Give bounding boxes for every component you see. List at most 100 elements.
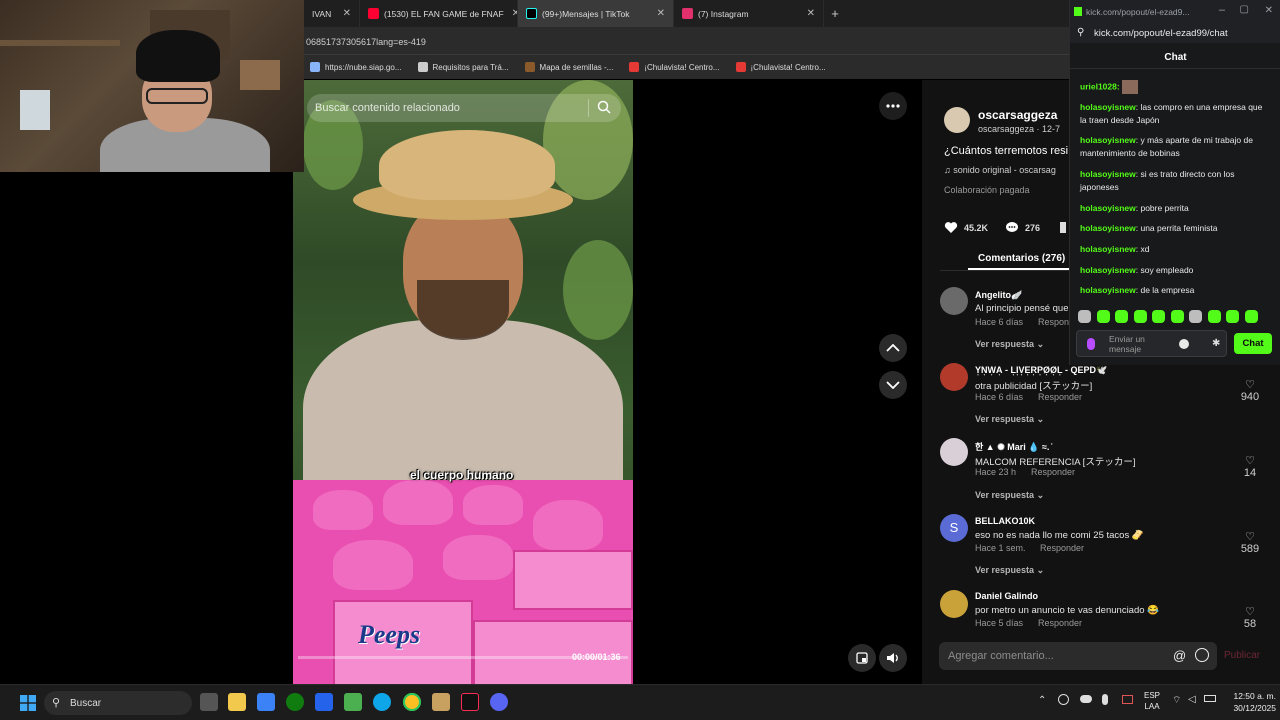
post-sound[interactable]: ♫ sonido original - oscarsag bbox=[944, 165, 1068, 175]
bookmark-item[interactable]: ¡Chulavista! Centro... bbox=[735, 62, 826, 72]
next-video-button[interactable] bbox=[879, 371, 907, 399]
chat-placeholder: Enviar un mensaje bbox=[1109, 334, 1145, 354]
address-bar[interactable]: 06851737305617lang=es-419 bbox=[304, 27, 1070, 54]
taskbar-search[interactable]: ⚲ Buscar bbox=[44, 691, 192, 715]
capture-icon[interactable] bbox=[1122, 695, 1133, 704]
chat-message-input[interactable]: Enviar un mensaje bbox=[1076, 330, 1227, 357]
close-icon[interactable]: ✕ bbox=[799, 8, 815, 19]
chat-username[interactable]: holasoyisnew bbox=[1080, 169, 1136, 179]
chat-message: holasoyisnew: una perrita feminista bbox=[1080, 222, 1270, 235]
tab-instagram[interactable]: (7) Instagram ✕ bbox=[674, 0, 824, 27]
xbox-icon[interactable] bbox=[286, 693, 304, 711]
comment-button[interactable]: 276 bbox=[1005, 221, 1040, 234]
mention-icon[interactable]: @ bbox=[1173, 648, 1186, 663]
emote-button[interactable] bbox=[1097, 310, 1110, 323]
battery-icon[interactable] bbox=[1204, 695, 1216, 702]
chat-username[interactable]: holasoyisnew bbox=[1080, 244, 1136, 254]
file-explorer-icon[interactable] bbox=[228, 693, 246, 711]
microphone-icon[interactable] bbox=[1087, 338, 1095, 350]
peep bbox=[383, 480, 453, 525]
tab-tiktok[interactable]: (99+)Mensajes | TikTok ✕ bbox=[518, 0, 674, 27]
previous-video-button[interactable] bbox=[879, 334, 907, 362]
tab-label: (99+)Mensajes | TikTok bbox=[542, 8, 630, 19]
chat-username[interactable]: holasoyisnew bbox=[1080, 203, 1136, 213]
maximize-icon[interactable]: ▢ bbox=[1240, 4, 1249, 15]
author-username[interactable]: oscarsaggeza bbox=[978, 108, 1057, 122]
tab-youtube[interactable]: (1530) EL FAN GAME de FNAF ✕ bbox=[360, 0, 518, 27]
emoji-icon[interactable] bbox=[1195, 648, 1209, 662]
chat-message: holasoyisnew: xd bbox=[1080, 243, 1270, 256]
bookmark-item[interactable]: https://nube.siap.go... bbox=[310, 62, 402, 72]
emote-button[interactable] bbox=[1226, 310, 1239, 323]
minecraft-icon[interactable] bbox=[344, 693, 362, 711]
emote-button[interactable] bbox=[1208, 310, 1221, 323]
emote-button[interactable] bbox=[1152, 310, 1165, 323]
popout-window-title: kick.com/popout/el-ezad9... bbox=[1086, 6, 1190, 17]
send-chat-button[interactable]: Chat bbox=[1234, 333, 1272, 354]
language-indicator[interactable]: ESP LAA bbox=[1144, 690, 1160, 712]
new-tab-button[interactable]: + bbox=[824, 0, 846, 27]
chat-text: : soy empleado bbox=[1135, 265, 1194, 275]
cloud-icon[interactable] bbox=[1080, 695, 1092, 703]
wifi-icon[interactable]: ⌔ bbox=[1172, 694, 1181, 707]
emote-button[interactable] bbox=[1134, 310, 1147, 323]
search-icon[interactable] bbox=[597, 100, 611, 117]
microphone-icon[interactable] bbox=[1102, 694, 1108, 705]
clock[interactable]: 12:50 a. m. 30/12/2025 bbox=[1222, 690, 1276, 714]
avatar[interactable] bbox=[944, 107, 970, 133]
chat-username[interactable]: holasoyisnew bbox=[1080, 265, 1136, 275]
store-icon[interactable] bbox=[257, 693, 275, 711]
bookmark-icon[interactable] bbox=[1060, 222, 1066, 233]
chat-username[interactable]: uriel1028: bbox=[1080, 81, 1120, 91]
emoji-icon[interactable] bbox=[1179, 339, 1189, 349]
sync-icon[interactable] bbox=[1058, 694, 1069, 705]
floating-player-button[interactable] bbox=[848, 644, 876, 672]
site-settings-icon[interactable]: ⚲ bbox=[1077, 27, 1084, 38]
volume-icon[interactable]: ◁ bbox=[1188, 694, 1196, 705]
chat-text: : de la empresa bbox=[1135, 285, 1195, 295]
close-icon[interactable]: ✕ bbox=[504, 8, 517, 19]
gear-icon[interactable]: ✱ bbox=[1212, 338, 1220, 349]
close-icon[interactable]: ✕ bbox=[1265, 5, 1273, 16]
publish-button[interactable]: Publicar bbox=[1224, 650, 1260, 661]
chat-username[interactable]: holasoyisnew bbox=[1080, 135, 1136, 145]
kick-chat-popout: kick.com/popout/el-ezad9... – ▢ ✕ ⚲ kick… bbox=[1069, 0, 1280, 365]
related-search-input[interactable]: Buscar contenido relacionado bbox=[307, 94, 621, 122]
tab-ivan[interactable]: IVAN ✕ bbox=[304, 0, 360, 27]
tiktok-icon[interactable] bbox=[461, 693, 479, 711]
discord-icon[interactable] bbox=[490, 693, 508, 711]
chevron-up-icon[interactable]: ⌃ bbox=[1038, 695, 1046, 706]
like-button[interactable]: 45.2K bbox=[944, 221, 988, 234]
bookmark-item[interactable]: Requisitos para Trá... bbox=[417, 62, 509, 72]
chat-username[interactable]: holasoyisnew bbox=[1080, 102, 1136, 112]
more-options-button[interactable] bbox=[879, 92, 907, 120]
task-view-icon[interactable] bbox=[200, 693, 218, 711]
popout-url-bar[interactable]: ⚲ kick.com/popout/el-ezad99/chat bbox=[1070, 23, 1280, 43]
volume-button[interactable] bbox=[879, 644, 907, 672]
like-count: 45.2K bbox=[964, 222, 989, 233]
comment-count: 276 bbox=[1025, 222, 1041, 233]
video-player[interactable]: Peeps bbox=[293, 80, 633, 684]
chat-username[interactable]: holasoyisnew bbox=[1080, 285, 1136, 295]
tab-comments[interactable]: Comentarios (276) bbox=[978, 253, 1065, 264]
windows-start-icon[interactable] bbox=[20, 695, 36, 711]
close-icon[interactable]: ✕ bbox=[335, 8, 351, 19]
app-icon[interactable] bbox=[432, 693, 450, 711]
chevron-up-icon bbox=[886, 344, 900, 352]
emote-button[interactable] bbox=[1171, 310, 1184, 323]
close-icon[interactable]: ✕ bbox=[649, 8, 665, 19]
bookmark-item[interactable]: ¡Chulavista! Centro... bbox=[629, 62, 720, 72]
emote-button[interactable] bbox=[1078, 310, 1091, 323]
minimize-icon[interactable]: – bbox=[1219, 4, 1225, 16]
emote-button[interactable] bbox=[1189, 310, 1202, 323]
emote-button[interactable] bbox=[1245, 310, 1258, 323]
language-code: ESP bbox=[1144, 691, 1161, 700]
chat-username[interactable]: holasoyisnew bbox=[1080, 223, 1136, 233]
emote-button[interactable] bbox=[1115, 310, 1128, 323]
music-note-icon: ♫ bbox=[944, 165, 954, 175]
chrome-icon[interactable] bbox=[403, 693, 421, 711]
bookmark-item[interactable]: Mapa de semillas -... bbox=[524, 62, 613, 72]
app-icon[interactable] bbox=[315, 693, 333, 711]
document-icon bbox=[417, 62, 428, 72]
edge-icon[interactable] bbox=[373, 693, 391, 711]
